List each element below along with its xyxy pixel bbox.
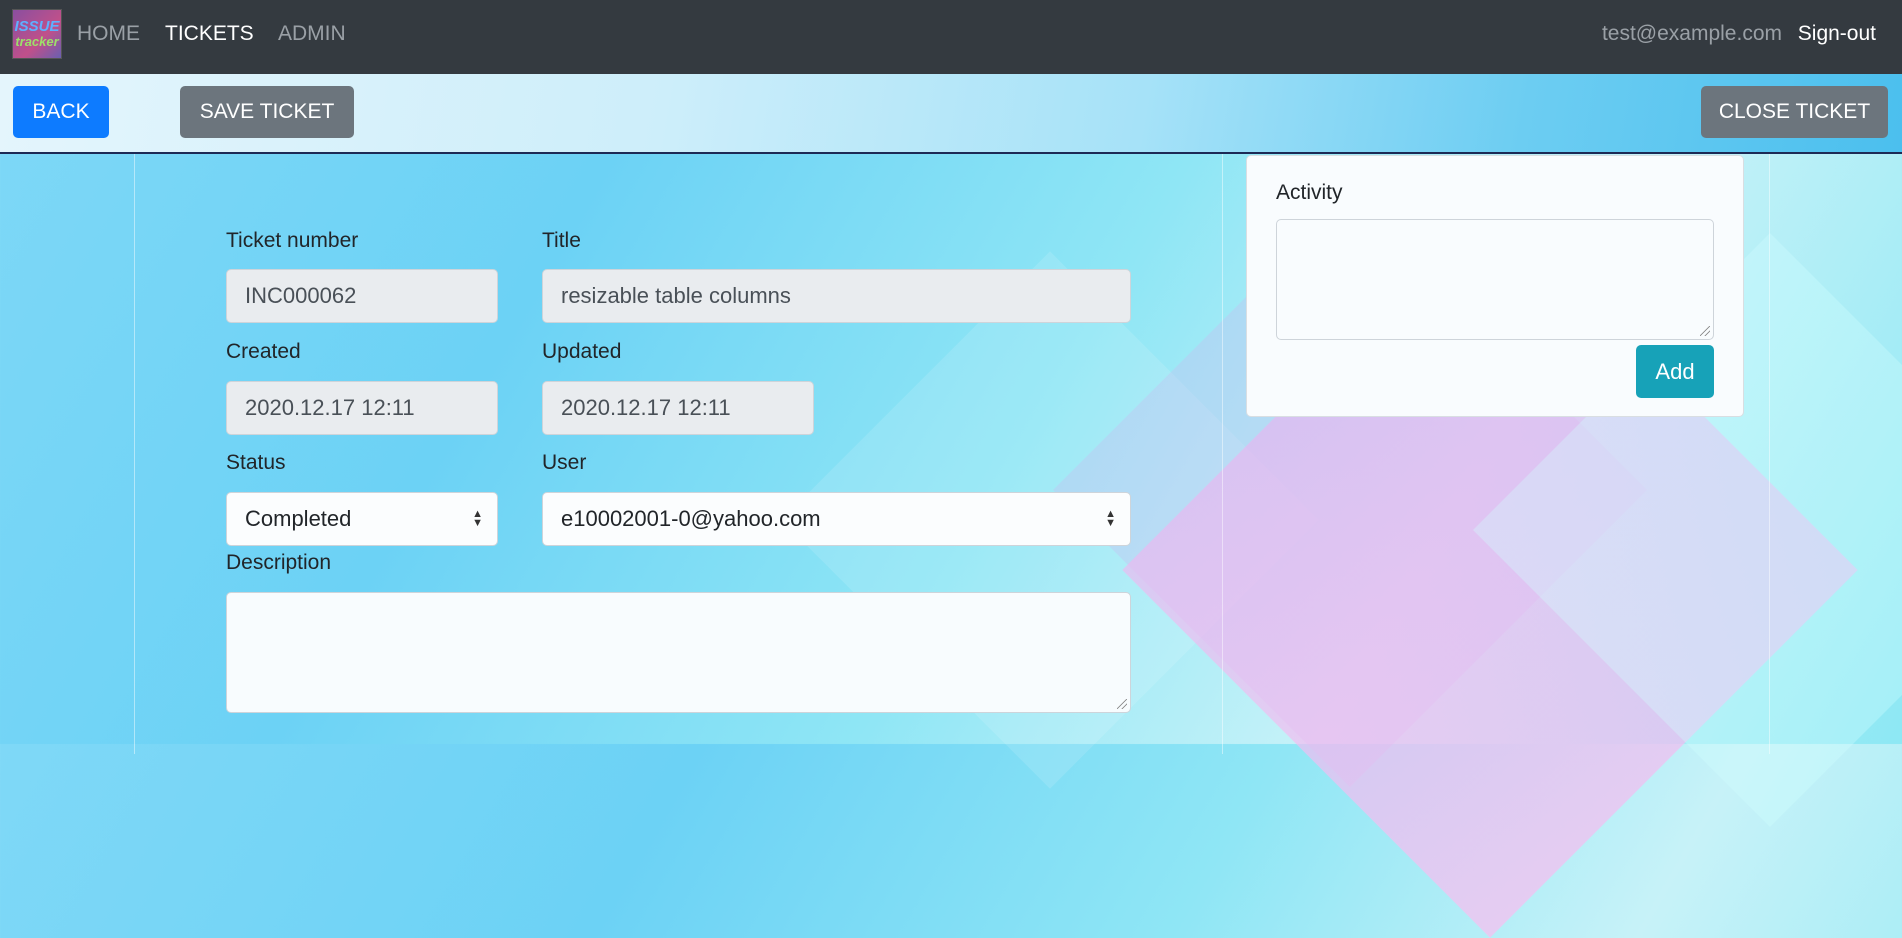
activity-textarea[interactable] (1276, 219, 1714, 340)
resize-handle-icon[interactable] (1700, 326, 1710, 336)
save-ticket-button[interactable]: SAVE TICKET (180, 86, 354, 138)
signout-link[interactable]: Sign-out (1798, 22, 1876, 46)
app-logo[interactable]: ISSUE tracker (12, 9, 62, 59)
nav-link-home[interactable]: HOME (77, 22, 140, 46)
close-ticket-button[interactable]: CLOSE TICKET (1701, 86, 1888, 138)
nav-link-admin[interactable]: ADMIN (278, 22, 346, 46)
user-selected-value: e10002001-0@yahoo.com (561, 506, 821, 531)
status-selected-value: Completed (245, 506, 352, 531)
ticket-number-label: Ticket number (226, 229, 359, 252)
back-button[interactable]: BACK (13, 86, 109, 138)
title-label: Title (542, 229, 581, 252)
select-arrows-icon: ▲ ▼ (1105, 508, 1116, 529)
select-arrows-icon: ▲ ▼ (472, 508, 483, 529)
description-textarea[interactable] (226, 592, 1131, 713)
created-field[interactable]: 2020.12.17 12:11 (226, 381, 498, 435)
activity-label: Activity (1276, 181, 1343, 204)
ticket-number-field[interactable]: INC000062 (226, 269, 498, 323)
created-label: Created (226, 340, 301, 363)
status-select[interactable]: Completed ▲ ▼ (226, 492, 498, 546)
user-select[interactable]: e10002001-0@yahoo.com ▲ ▼ (542, 492, 1131, 546)
updated-label: Updated (542, 340, 622, 363)
user-label: User (542, 451, 587, 474)
resize-handle-icon[interactable] (1117, 699, 1127, 709)
updated-field[interactable]: 2020.12.17 12:11 (542, 381, 814, 435)
nav-link-tickets[interactable]: TICKETS (165, 22, 254, 46)
column-divider (1222, 154, 1223, 754)
add-activity-button[interactable]: Add (1636, 345, 1714, 398)
top-navbar: ISSUE tracker HOME TICKETS ADMIN test@ex… (0, 0, 1902, 74)
description-label: Description (226, 551, 332, 574)
status-label: Status (226, 451, 286, 474)
logo-text-issue: ISSUE (14, 18, 60, 35)
logo-text-tracker: tracker (15, 34, 59, 49)
title-field[interactable]: resizable table columns (542, 269, 1131, 323)
user-email: test@example.com (1601, 22, 1782, 45)
